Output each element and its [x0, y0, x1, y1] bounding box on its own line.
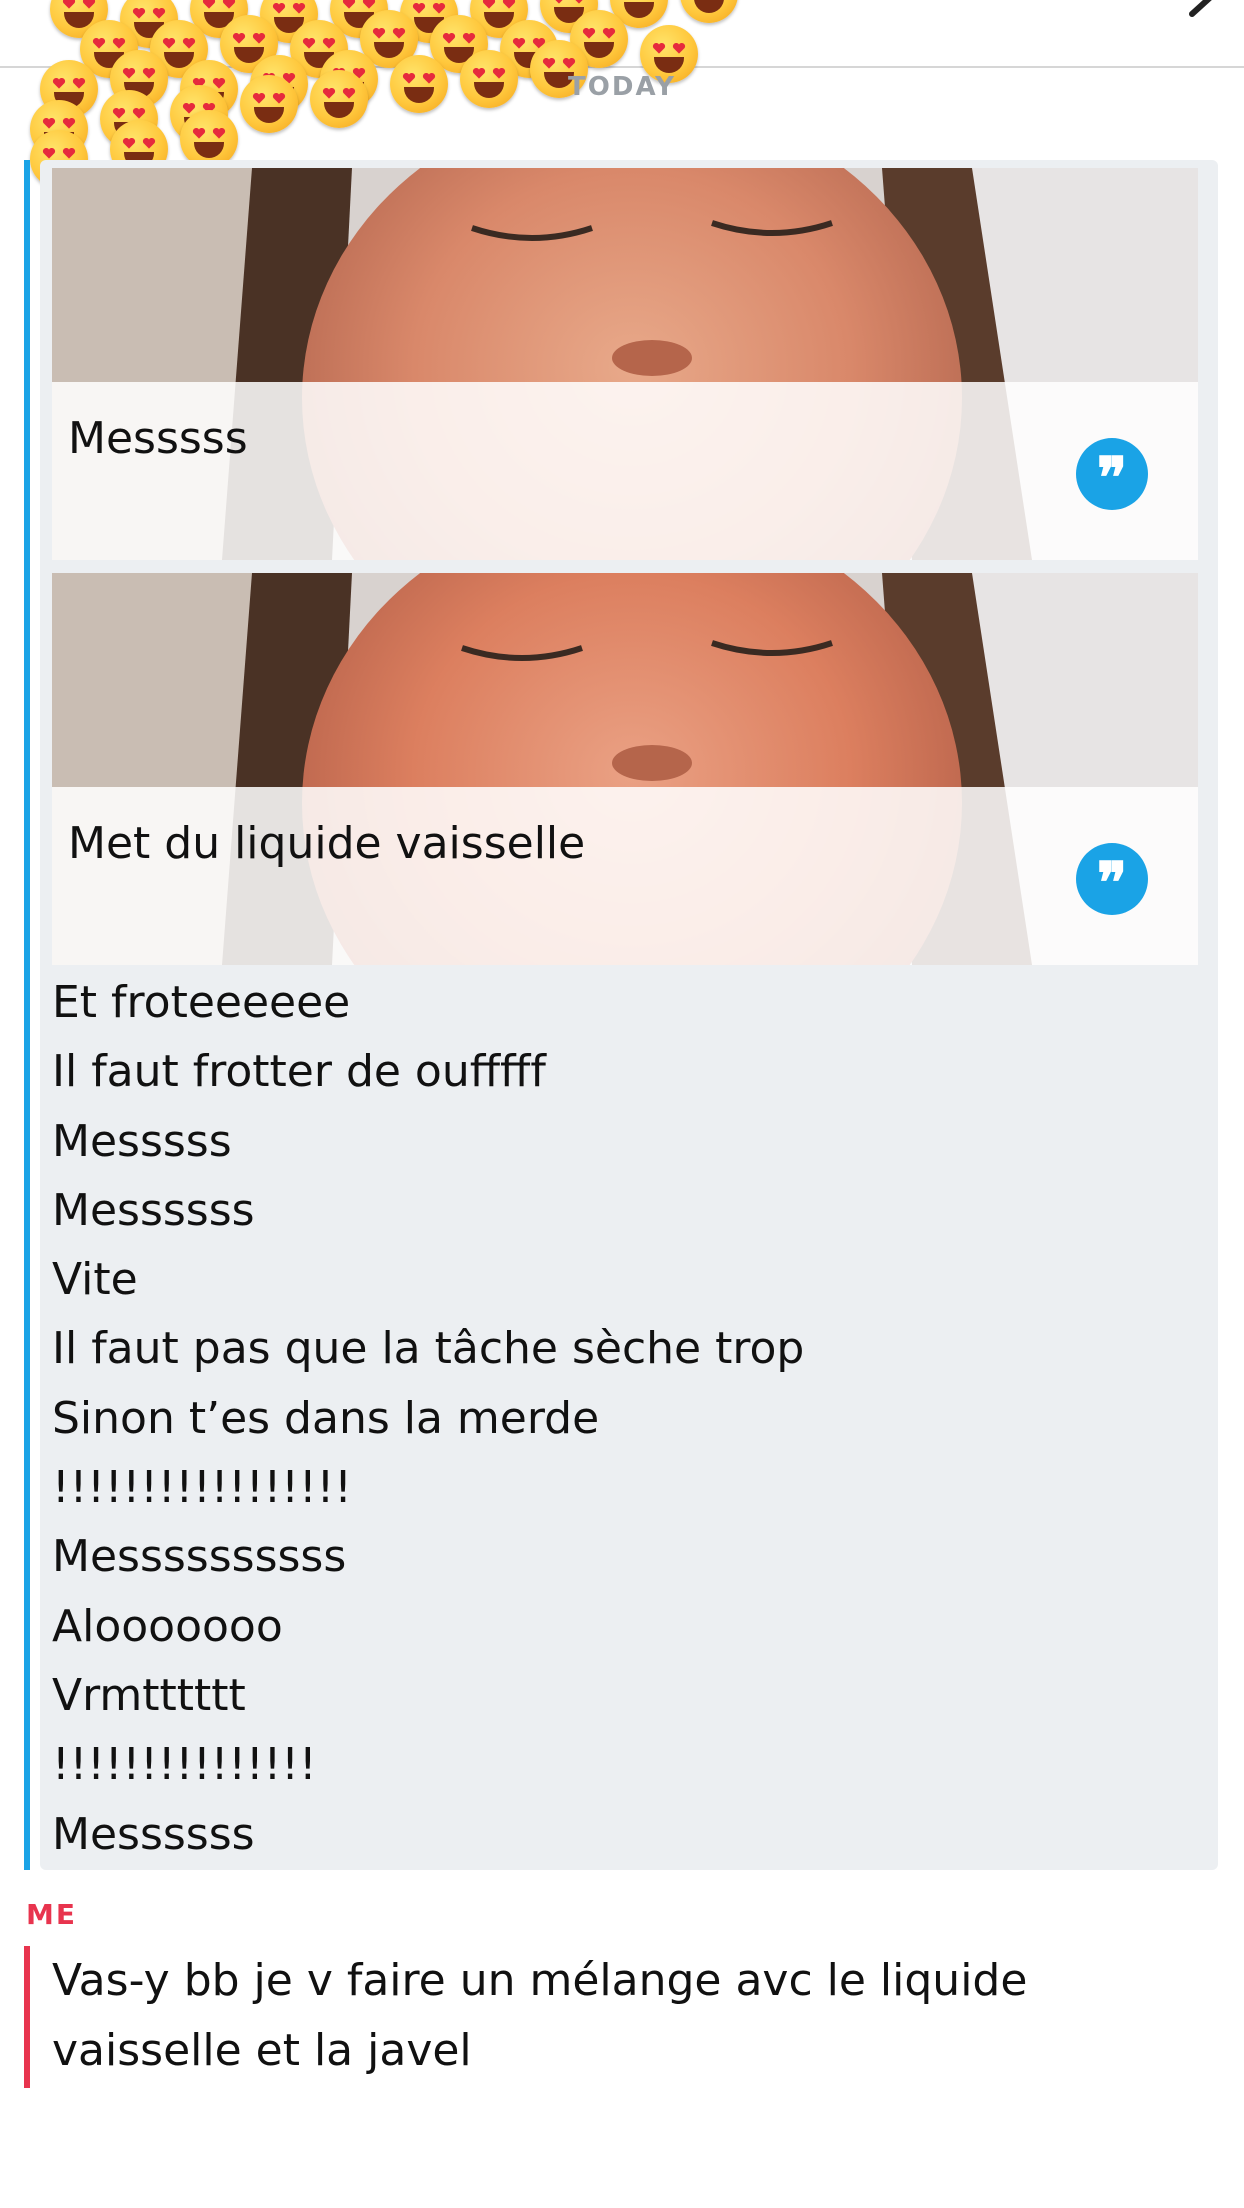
message-text[interactable]: Il faut pas que la tâche sèche trop [52, 1314, 1198, 1383]
snap-caption: Met du liquide vaisselle [68, 818, 586, 869]
my-message-bar [24, 1946, 30, 2088]
message-text[interactable]: Messssssssss [52, 1522, 1198, 1591]
message-text[interactable]: Messsss [52, 1107, 1198, 1176]
my-message-text[interactable]: Vas-y bb je v faire un mélange avc le li… [52, 1946, 1202, 2086]
message-text[interactable]: !!!!!!!!!!!!!!!!! [52, 1453, 1198, 1522]
message-text[interactable]: Vite [52, 1245, 1198, 1314]
quote-icon[interactable]: ❞ [1076, 843, 1148, 916]
date-separator: TODAY [568, 72, 676, 102]
snap-card-1[interactable]: Messsss ❞ [52, 168, 1198, 560]
chevron-right-icon[interactable] [1184, 0, 1224, 20]
message-text[interactable]: Vrmtttttt [52, 1661, 1198, 1730]
message-text[interactable]: Messssss [52, 1176, 1198, 1245]
snap-caption: Messsss [68, 413, 248, 464]
message-text[interactable]: Alooooooo [52, 1592, 1198, 1661]
message-text[interactable]: Et froteeeeee [52, 968, 1198, 1037]
snap-caption-strip [52, 787, 1198, 965]
snap-caption-strip [52, 382, 1198, 560]
friend-text-messages: Et froteeeeee Il faut frotter de oufffff… [52, 968, 1198, 1869]
message-text[interactable]: Il faut frotter de oufffff [52, 1037, 1198, 1106]
friend-message-bar [24, 160, 30, 1870]
message-text[interactable]: !!!!!!!!!!!!!!! [52, 1730, 1198, 1799]
quote-icon[interactable]: ❞ [1076, 438, 1148, 511]
message-text[interactable]: Messssss [52, 1800, 1198, 1869]
message-text[interactable]: Sinon t’es dans la merde [52, 1384, 1198, 1453]
sender-label-me: ME [26, 1898, 77, 1931]
snap-card-2[interactable]: Met du liquide vaisselle ❞ [52, 573, 1198, 965]
